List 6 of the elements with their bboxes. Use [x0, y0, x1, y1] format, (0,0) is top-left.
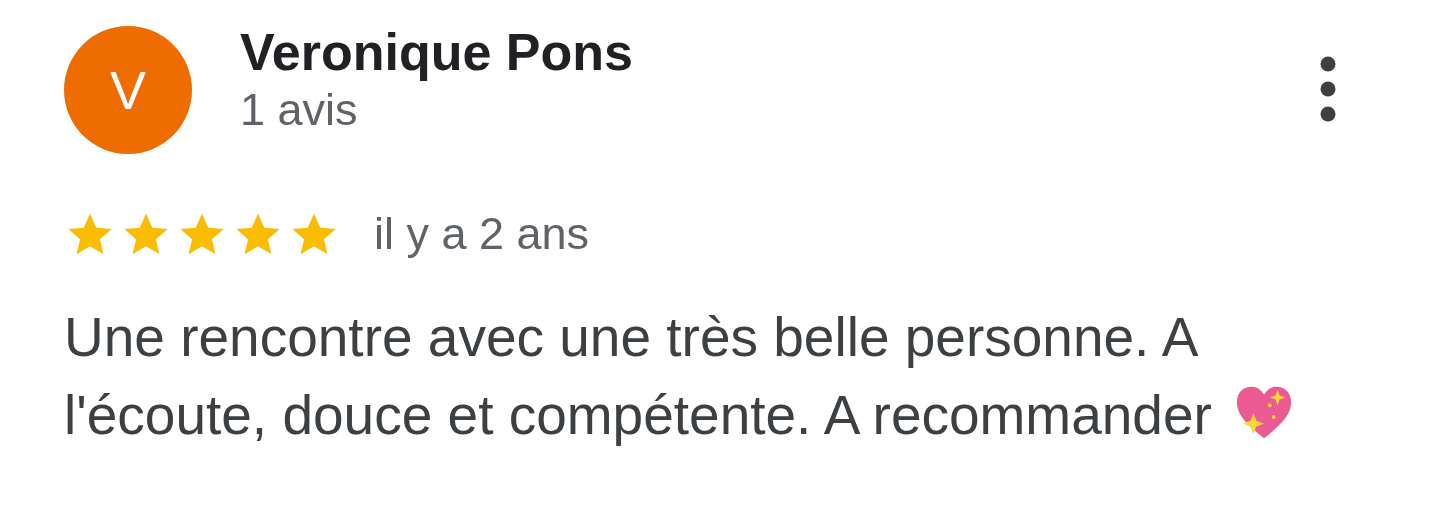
reviewer-name[interactable]: Veronique Pons [240, 24, 1320, 82]
more-options-icon[interactable] [1320, 56, 1336, 122]
review-date: il y a 2 ans [374, 207, 590, 261]
avatar: V [64, 26, 192, 154]
review-text: Une rencontre avec une très belle personne. A l'écoute, douce et compétente. A recommander [64, 297, 1324, 454]
review-count: 1 avis [240, 83, 359, 138]
